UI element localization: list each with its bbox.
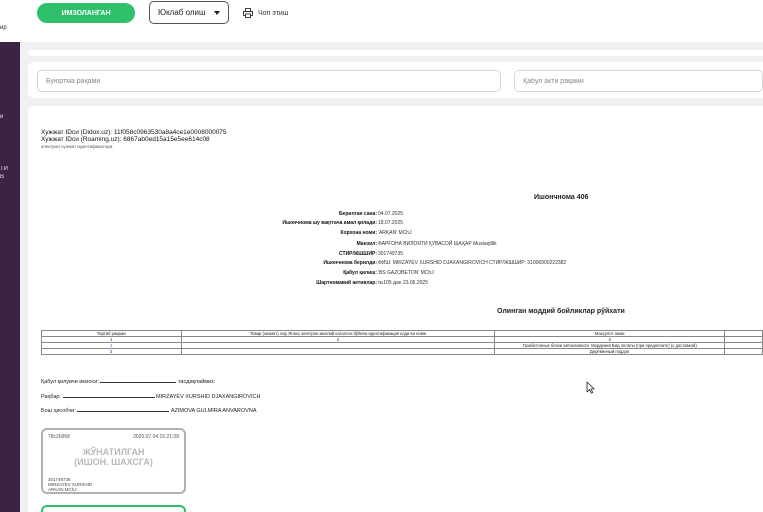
- document-preview: Хужжат IDси (Didox.uz): 11f058c0963530a8…: [28, 106, 763, 512]
- field-label: Ишончнома берилди:: [323, 260, 377, 266]
- field-label: Корхона номи:: [340, 230, 377, 236]
- stamp-company: ARKAN MChJ: [48, 487, 77, 492]
- table-cell: Деревянный поддон: [494, 348, 726, 355]
- stamp-status: ЖЎНАТИЛГАН (ИШОН. ШАХСГА): [43, 447, 184, 467]
- field-row: Манзил: ФАРҒОНА ВИЛОЯТИ ҚУВАСОЙ ШАҲАР Mu…: [28, 240, 763, 249]
- field-label: Ишончнома шу вақтгача амал қилади:: [282, 220, 377, 226]
- accountant-label: Бош ҳисобчи:: [41, 408, 76, 414]
- document-title: Ишончнома 406: [534, 194, 589, 201]
- head-signature-line: Раҳбар: MIRZAYEV XURSHID DJAXANGIROVICH: [41, 393, 260, 400]
- field-value: 'ARKAN' MChJ: [378, 230, 412, 236]
- field-row: Шартномавий активлар: №105 дан 23.06.202…: [28, 279, 763, 288]
- accepted-stamp: [41, 505, 186, 512]
- receiver-prefix: Қабул қилувчи имзоси:: [41, 379, 99, 385]
- sidebar-fragment[interactable]: В: [0, 174, 20, 181]
- field-value: 04.07.2025: [378, 211, 404, 217]
- didox-id: Хужжат IDси (Didox.uz): 11f058c0963530a8…: [41, 129, 227, 136]
- signature-underline: [100, 378, 177, 383]
- field-value: ФИШ: MIRZAYEV XURSHID DJAXANGIROVICH СТИ…: [378, 260, 567, 266]
- stamp-status-line: ЖЎНАТИЛГАН: [82, 447, 145, 457]
- info-card: [28, 50, 763, 56]
- field-label: Қабул қилиш:: [343, 270, 377, 276]
- table-cell: 2: [41, 348, 182, 355]
- table-cell: Газобетонные блоки автоклавного твердени…: [494, 342, 726, 349]
- sent-stamp: 78c2b958 2025.07.04 15:21:08 ЖЎНАТИЛГАН …: [41, 428, 186, 494]
- sidebar-fragment[interactable]: и: [0, 114, 20, 121]
- download-dropdown-label: Юклаб олиш: [158, 8, 206, 17]
- signature-underline: [77, 407, 170, 412]
- id-note: электрон хужжат идентификатори: [41, 144, 113, 149]
- receiver-suffix: тасдиқлаймиз:: [177, 379, 216, 385]
- stamp-datetime: 2025.07.04 15:21:08: [133, 434, 179, 440]
- goods-table: Тартиб рақами Товар (хизмат) лар Ягона э…: [41, 330, 763, 355]
- receiver-signature-line: Қабул қилувчи имзоси: тасдиқлаймиз:: [41, 378, 215, 385]
- stamp-number: 78c2b958: [48, 434, 70, 440]
- field-row: СТИР/ЖШШИР: 301749735: [28, 250, 763, 259]
- roaming-id: Хужжат IDси (Roaming.uz): 6867ab0ed15a15…: [41, 136, 210, 143]
- field-row: Берилган сана: 04.07.2025: [28, 210, 763, 219]
- order-number-input[interactable]: [37, 70, 501, 92]
- field-value: 'BS GAZOBETON' MChJ: [378, 270, 434, 276]
- document-ids: Хужжат IDси (Didox.uz): 11f058c0963530a8…: [41, 129, 227, 150]
- field-row: Корхона номи: 'ARKAN' MChJ: [28, 229, 763, 238]
- field-row: Қабул қилиш: 'BS GAZOBETON' MChJ: [28, 269, 763, 278]
- sidebar-top: ир: [0, 0, 20, 42]
- print-button[interactable]: Чоп этиш: [243, 5, 288, 21]
- table-row: 2 Деревянный поддон: [41, 348, 763, 355]
- table-cell: [180, 348, 496, 355]
- caret-down-icon: [214, 11, 220, 15]
- head-name: MIRZAYEV XURSHID DJAXANGIROVICH: [156, 394, 261, 400]
- download-dropdown[interactable]: Юклаб олиш: [149, 1, 229, 24]
- head-label: Раҳбар:: [41, 394, 61, 400]
- stamp-info: 301749735 MIRZAYEV XURSHID ARKAN MChJ: [48, 477, 92, 492]
- field-value: 301749735: [378, 251, 404, 257]
- accountant-signature-line: Бош ҳисобчи: AZIMOVA GULMIRA ANVAROVNA: [41, 407, 257, 414]
- acceptance-act-input[interactable]: [514, 70, 763, 92]
- sidebar-fragment[interactable]: ТИ: [0, 166, 20, 173]
- field-label: Манзил:: [356, 241, 377, 247]
- field-value: №105 дан 23.06.2025: [378, 280, 428, 286]
- field-row: Ишончнома берилди: ФИШ: MIRZAYEV XURSHID…: [28, 259, 763, 268]
- printer-icon: [243, 8, 253, 18]
- toolbar: ИМЗОЛАНГАН Юклаб олиш Чоп этиш: [20, 0, 763, 42]
- mouse-pointer-icon: [586, 381, 595, 394]
- field-value: ФАРҒОНА ВИЛОЯТИ ҚУВАСОЙ ШАҲАР Mustaqilli…: [378, 241, 497, 247]
- goods-list-title: Олинган моддий бойликлар рўйхати: [497, 308, 625, 315]
- sidebar: ир и ТИ В: [0, 0, 20, 512]
- print-button-label: Чоп этиш: [258, 9, 289, 17]
- sidebar-fragment[interactable]: ир: [0, 25, 20, 32]
- field-label: СТИР/ЖШШИР:: [339, 251, 377, 257]
- field-row: Ишончнома шу вақтгача амал қилади: 18.07…: [28, 219, 763, 228]
- signed-status-button[interactable]: ИМЗОЛАНГАН: [37, 3, 135, 23]
- field-label: Берилган сана:: [338, 211, 377, 217]
- field-label: Шартномавий активлар:: [316, 280, 377, 286]
- stamp-status-line: (ИШОН. ШАХСГА): [74, 457, 153, 467]
- field-value: 18.07.2025: [378, 220, 404, 226]
- table-cell: [724, 348, 763, 355]
- accountant-name: AZIMOVA GULMIRA ANVAROVNA: [170, 408, 257, 414]
- filter-bar: [28, 62, 763, 98]
- signature-underline: [62, 393, 155, 398]
